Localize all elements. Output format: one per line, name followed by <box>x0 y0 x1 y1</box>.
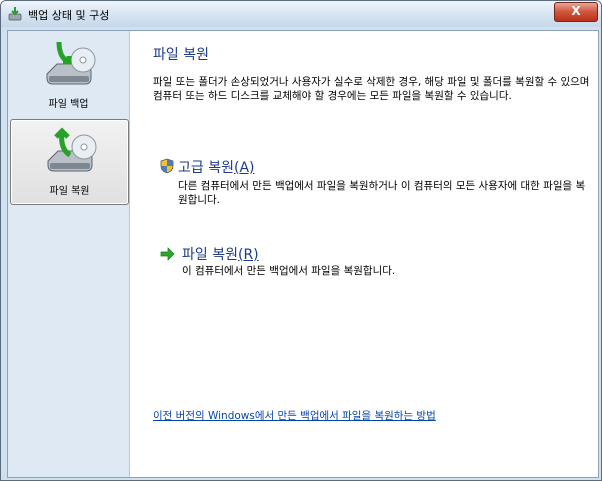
green-arrow-icon <box>160 247 175 261</box>
option-title: 파일 복원 <box>182 247 238 263</box>
sidebar-item-label: 파일 복원 <box>49 186 90 197</box>
sidebar-item-restore[interactable]: 파일 복원 <box>10 119 129 205</box>
sidebar: 파일 백업 파일 복원 <box>8 31 130 477</box>
sidebar-item-backup[interactable]: 파일 백업 <box>10 33 127 117</box>
restore-files-desc: 이 컴퓨터에서 만든 백업에서 파일을 복원합니다. <box>182 265 396 277</box>
sidebar-item-label: 파일 백업 <box>48 99 89 110</box>
backup-drive-icon <box>46 41 95 85</box>
restore-drive-icon <box>47 127 96 172</box>
option-title: 고급 복원 <box>178 160 234 176</box>
restore-files-link[interactable]: 파일 복원(R) <box>182 244 259 264</box>
intro-text: 파일 또는 폴더가 손상되었거나 사용자가 실수로 삭제한 경우, 해당 파일 … <box>153 76 590 102</box>
advanced-restore-desc: 다른 컴퓨터에서 만든 백업에서 파일을 복원하거나 이 컴퓨터의 모든 사용자… <box>178 180 586 206</box>
window-title: 백업 상태 및 구성 <box>28 9 110 22</box>
uac-shield-icon <box>160 158 174 174</box>
title-bar[interactable]: 백업 상태 및 구성 X <box>1 1 601 27</box>
option-accelerator: (R) <box>237 247 259 263</box>
page-title: 파일 복원 <box>153 47 209 63</box>
content-pane: 파일 복원 파일 또는 폴더가 손상되었거나 사용자가 실수로 삭제한 경우, … <box>130 31 598 477</box>
option-accelerator: (A) <box>233 160 255 176</box>
backup-window-icon <box>8 7 22 21</box>
help-link[interactable]: 이전 버전의 Windows에서 만든 백업에서 파일을 복원하는 방법 <box>153 408 436 423</box>
advanced-restore-link[interactable]: 고급 복원(A) <box>178 157 255 177</box>
client-area: 파일 백업 파일 복원 파일 복원 파일 또는 폴더가 손상되었거나 사용자가 … <box>7 30 599 478</box>
close-button[interactable]: X <box>554 2 598 22</box>
backup-window: 백업 상태 및 구성 X 파일 백업 파일 복원 파일 복원 파일 또는 폴더가… <box>0 0 602 481</box>
